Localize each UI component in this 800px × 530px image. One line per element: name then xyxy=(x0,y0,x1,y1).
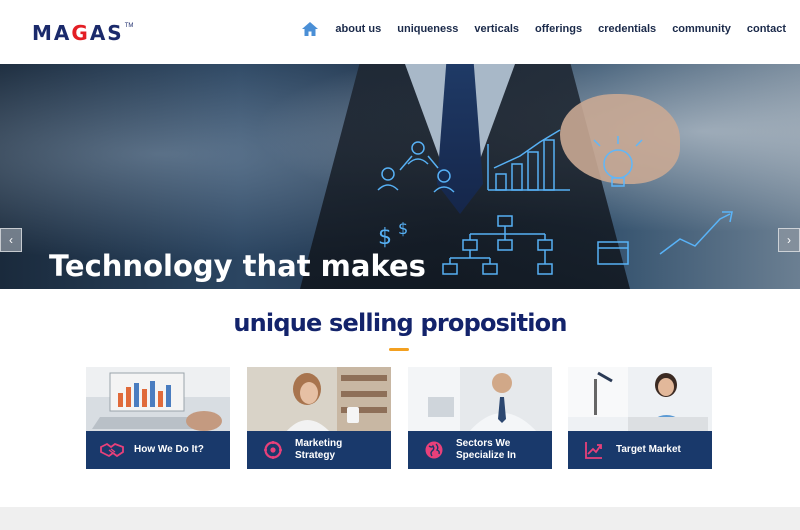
svg-text:$: $ xyxy=(398,219,408,238)
card-caption-bar: Marketing Strategy xyxy=(247,431,391,469)
card-image-shopper xyxy=(247,367,391,433)
title-underline xyxy=(389,348,409,351)
card-caption-bar: Sectors We Specialize In xyxy=(408,431,552,469)
hero-slider: $ $ Technology that makes life easy ‹ › xyxy=(0,64,800,289)
card-label: How We Do It? xyxy=(134,444,204,455)
nav-item-credentials[interactable]: credentials xyxy=(598,23,656,35)
logo-trademark: TM xyxy=(124,23,134,29)
main-nav: about us uniqueness verticals offerings … xyxy=(301,20,786,38)
card-caption-bar: Target Market xyxy=(568,431,712,469)
card-image-businesswoman xyxy=(568,367,712,433)
globe-icon xyxy=(422,438,446,462)
magas-logo[interactable]: MAGAS TM xyxy=(32,19,133,43)
nav-item-verticals[interactable]: verticals xyxy=(474,23,519,35)
usp-card-target-market[interactable]: Target Market xyxy=(568,367,712,469)
usp-card-how-we-do-it[interactable]: How We Do It? xyxy=(86,367,230,469)
card-caption-bar: How We Do It? xyxy=(86,431,230,469)
slider-next-button[interactable]: › xyxy=(778,228,800,252)
home-icon[interactable] xyxy=(301,20,319,38)
usp-section-title: unique selling proposition xyxy=(233,309,567,337)
strategy-icon xyxy=(261,438,285,462)
hero-headline: Technology that makes life easy xyxy=(49,249,426,289)
card-image-office xyxy=(408,367,552,433)
nav-item-about-us[interactable]: about us xyxy=(335,23,381,35)
handshake-icon xyxy=(100,438,124,462)
card-label: Target Market xyxy=(616,444,681,455)
card-label: Marketing Strategy xyxy=(295,438,343,461)
slider-prev-button[interactable]: ‹ xyxy=(0,228,22,252)
site-header: MAGAS TM about us uniqueness verticals o… xyxy=(0,0,800,64)
hero-tech-graphics: $ $ xyxy=(377,129,733,275)
nav-item-community[interactable]: community xyxy=(672,23,731,35)
nav-item-offerings[interactable]: offerings xyxy=(535,23,582,35)
growth-chart-icon xyxy=(582,438,606,462)
logo-wordmark: MAGAS xyxy=(32,21,124,45)
usp-card-marketing-strategy[interactable]: Marketing Strategy xyxy=(247,367,391,469)
footer-strip xyxy=(0,507,800,530)
usp-card-sectors[interactable]: Sectors We Specialize In xyxy=(408,367,552,469)
svg-text:$: $ xyxy=(378,225,392,250)
nav-item-contact[interactable]: contact xyxy=(747,23,786,35)
card-label: Sectors We Specialize In xyxy=(456,438,517,461)
card-image-laptop xyxy=(86,367,230,433)
nav-item-uniqueness[interactable]: uniqueness xyxy=(397,23,458,35)
